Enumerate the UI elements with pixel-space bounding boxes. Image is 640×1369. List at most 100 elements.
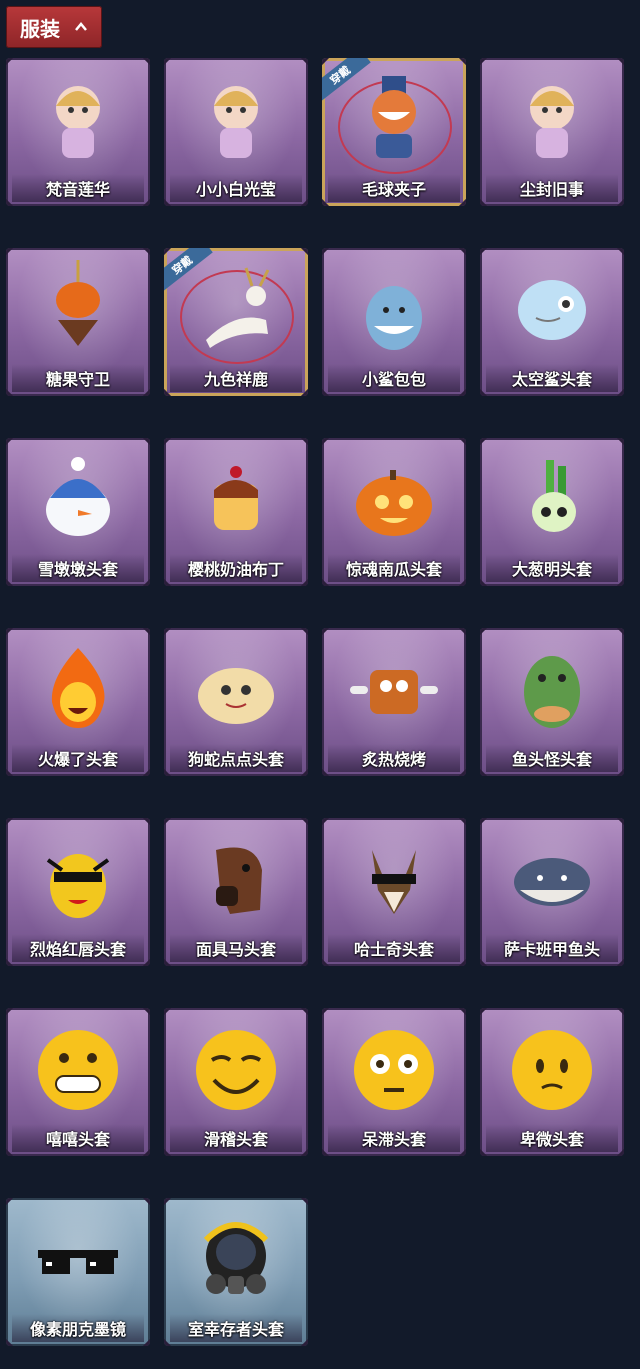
costume-name: 哈士奇头套 (328, 934, 460, 962)
costume-name: 小小白光莹 (170, 174, 302, 202)
costume-name: 惊魂南瓜头套 (328, 554, 460, 582)
costume-name: 太空鲨头套 (486, 364, 618, 392)
card-corner-decoration (142, 818, 150, 826)
costume-card[interactable]: 尘封旧事 (480, 58, 624, 206)
card-corner-decoration (458, 818, 466, 826)
bbq-head-icon (350, 670, 438, 714)
card-corner-decoration (300, 438, 308, 446)
card-corner-decoration (458, 58, 466, 66)
pudding-head-icon (214, 466, 258, 530)
costume-card[interactable]: 小鲨包包 (322, 248, 466, 396)
card-corner-decoration (616, 438, 624, 446)
yellow-mask-icon (46, 854, 110, 918)
card-corner-decoration (616, 818, 624, 826)
costume-card[interactable]: 糖果守卫 (6, 248, 150, 396)
grin-emoji-icon (38, 1030, 118, 1110)
costume-card[interactable]: 室幸存者头套 (164, 1198, 308, 1346)
costume-card[interactable]: 太空鲨头套 (480, 248, 624, 396)
card-corner-decoration (458, 248, 466, 256)
costume-card[interactable]: 火爆了头套 (6, 628, 150, 776)
card-corner-decoration (6, 1198, 14, 1206)
blank-emoji-icon (354, 1030, 434, 1110)
card-corner-decoration (142, 438, 150, 446)
costume-card[interactable]: 小小白光莹 (164, 58, 308, 206)
card-corner-decoration (300, 1008, 308, 1016)
card-corner-decoration (300, 818, 308, 826)
costume-card[interactable]: 炙热烧烤 (322, 628, 466, 776)
costume-name: 呆滞头套 (328, 1124, 460, 1152)
costume-card[interactable]: 萨卡班甲鱼头 (480, 818, 624, 966)
card-corner-decoration (480, 818, 488, 826)
card-corner-decoration (164, 628, 172, 636)
shark-bag-icon (366, 286, 422, 350)
character-icon (214, 86, 258, 158)
card-corner-decoration (142, 628, 150, 636)
card-corner-decoration (164, 58, 172, 66)
card-corner-decoration (6, 438, 14, 446)
deer-icon (206, 267, 270, 348)
costume-name: 九色祥鹿 (170, 364, 302, 392)
raccoon-icon (372, 76, 416, 158)
card-corner-decoration (480, 248, 488, 256)
card-corner-decoration (300, 58, 308, 66)
card-corner-decoration (458, 1008, 466, 1016)
card-corner-decoration (164, 438, 172, 446)
costume-card[interactable]: 面具马头套 (164, 818, 308, 966)
card-corner-decoration (164, 1198, 172, 1206)
costume-name: 嘻嘻头套 (12, 1124, 144, 1152)
costume-name: 室幸存者头套 (170, 1314, 302, 1342)
card-corner-decoration (616, 248, 624, 256)
costume-name: 面具马头套 (170, 934, 302, 962)
costume-card[interactable]: 鱼头怪头套 (480, 628, 624, 776)
costume-name: 炙热烧烤 (328, 744, 460, 772)
card-corner-decoration (458, 438, 466, 446)
card-corner-decoration (142, 1198, 150, 1206)
costume-card[interactable]: 樱桃奶油布丁 (164, 438, 308, 586)
costume-card[interactable]: 滑稽头套 (164, 1008, 308, 1156)
card-corner-decoration (300, 1198, 308, 1206)
card-corner-decoration (142, 248, 150, 256)
costume-name: 烈焰红唇头套 (12, 934, 144, 962)
card-corner-decoration (142, 1008, 150, 1016)
card-corner-decoration (480, 438, 488, 446)
costume-card[interactable]: 哈士奇头套 (322, 818, 466, 966)
pumpkin-head-icon (356, 470, 432, 536)
costume-card[interactable]: 穿戴 九色祥鹿 (164, 248, 308, 396)
costume-card[interactable]: 狗蛇点点头套 (164, 628, 308, 776)
card-corner-decoration (6, 58, 14, 66)
costume-card[interactable]: 大葱明头套 (480, 438, 624, 586)
costume-card[interactable]: 惊魂南瓜头套 (322, 438, 466, 586)
costume-card[interactable]: 卑微头套 (480, 1008, 624, 1156)
costume-name: 火爆了头套 (12, 744, 144, 772)
pumpkin-scarecrow-icon (56, 260, 100, 346)
card-corner-decoration (6, 818, 14, 826)
costume-name: 大葱明头套 (486, 554, 618, 582)
card-corner-decoration (6, 248, 14, 256)
costume-name: 毛球夹子 (328, 174, 460, 202)
costume-card[interactable]: 呆滞头套 (322, 1008, 466, 1156)
snowman-head-icon (46, 457, 110, 536)
card-corner-decoration (322, 1008, 330, 1016)
costume-name: 尘封旧事 (486, 174, 618, 202)
gas-mask-icon (203, 1222, 269, 1294)
card-corner-decoration (616, 1008, 624, 1016)
card-corner-decoration (480, 58, 488, 66)
card-corner-decoration (164, 818, 172, 826)
costume-card[interactable]: 烈焰红唇头套 (6, 818, 150, 966)
section-title: 服装 (20, 16, 60, 41)
costume-card[interactable]: 梵音莲华 (6, 58, 150, 206)
costume-card[interactable]: 像素朋克墨镜 (6, 1198, 150, 1346)
costume-name: 糖果守卫 (12, 364, 144, 392)
character-icon (56, 86, 100, 158)
card-corner-decoration (322, 248, 330, 256)
costume-name: 萨卡班甲鱼头 (486, 934, 618, 962)
husky-head-icon (372, 850, 416, 914)
costume-card[interactable]: 嘻嘻头套 (6, 1008, 150, 1156)
costume-card[interactable]: 穿戴 毛球夹子 (322, 58, 466, 206)
smirk-emoji-icon (196, 1030, 276, 1110)
card-corner-decoration (616, 628, 624, 636)
costume-card[interactable]: 雪墩墩头套 (6, 438, 150, 586)
costume-name: 像素朋克墨镜 (12, 1314, 144, 1342)
costume-section-toggle[interactable]: 服装 (6, 6, 102, 48)
card-corner-decoration (142, 58, 150, 66)
